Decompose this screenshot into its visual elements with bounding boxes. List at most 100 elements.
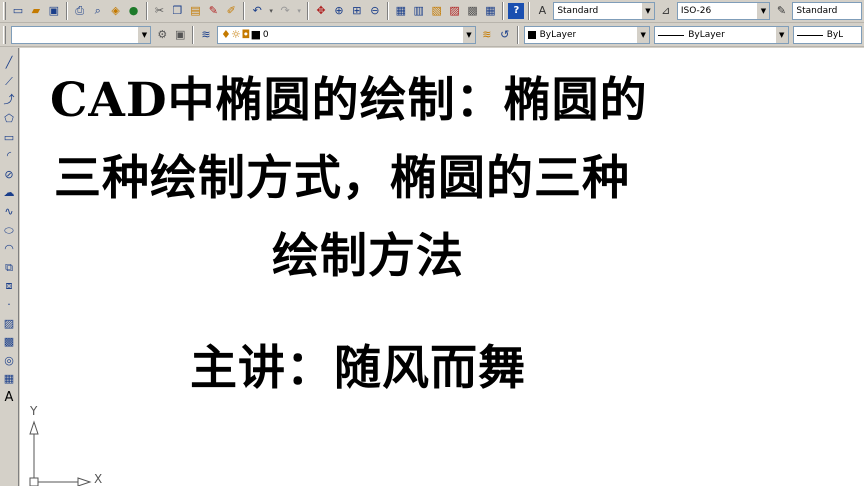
color-select[interactable]: ByLayer ▼ [523, 26, 651, 44]
toolbar-gripper[interactable] [3, 2, 6, 20]
markup-icon[interactable]: ▩ [465, 3, 481, 19]
layer-value: 0 [262, 30, 269, 40]
circle-icon[interactable]: ⊘ [1, 166, 18, 185]
region-icon[interactable]: ◎ [1, 352, 18, 371]
chevron-down-icon[interactable]: ▼ [138, 27, 151, 43]
pan-icon[interactable]: ✥ [313, 3, 329, 19]
copy-icon[interactable]: ❐ [170, 3, 186, 19]
layer-on-icon: ♦ [220, 28, 231, 41]
table-style-icon[interactable]: ✎ [773, 3, 789, 19]
help-icon[interactable]: ? [508, 3, 525, 19]
match-properties-icon[interactable]: ✎ [205, 3, 221, 19]
open-file-icon[interactable]: ▰ [28, 3, 44, 19]
polyline-icon[interactable]: ⤴ [1, 91, 18, 110]
ucs-y-label: Y [30, 404, 38, 418]
standard-toolbar: ▭ ▰ ▣ ⎙ ⌕ ◈ ● ✂ ❐ ▤ ✎ ✐ ↶ ▾ ↷ ▾ ✥ ⊕ ⊞ ⊖ … [0, 0, 864, 23]
spline-icon[interactable]: ∿ [1, 203, 18, 222]
workspace-select[interactable]: ▼ [10, 26, 152, 44]
paste-icon[interactable]: ▤ [187, 3, 203, 19]
table-style-select[interactable]: Standard [792, 2, 863, 20]
make-block-icon[interactable]: ⧈ [1, 277, 18, 296]
mtext-title-line-1[interactable]: CAD中椭圆的绘制：椭圆的 [50, 72, 648, 130]
draw-toolbar: ╱ ⟋ ⤴ ⬠ ▭ ◜ ⊘ ☁ ∿ ⬭ ◠ ⧉ ⧈ · ▨ ▩ ◎ ▦ A [0, 48, 19, 486]
polygon-icon[interactable]: ⬠ [1, 110, 18, 129]
table-icon[interactable]: ▦ [1, 370, 18, 389]
plot-icon[interactable]: ⎙ [72, 3, 88, 19]
layers-properties-toolbar: ▼ ⚙ ▣ ≋ ♦ ☼ ◘ ■ 0 ▼ ≋ ↺ ByLayer ▼ ByLaye… [0, 24, 864, 47]
undo-dropdown-icon[interactable]: ▾ [267, 3, 275, 19]
multiline-text-icon[interactable]: A [1, 389, 18, 408]
line-icon[interactable]: ╱ [1, 54, 18, 73]
publish-icon[interactable]: ◈ [108, 3, 124, 19]
redo-dropdown-icon[interactable]: ▾ [295, 3, 303, 19]
layer-manager-icon[interactable]: ≋ [198, 27, 214, 43]
toolbar-gripper[interactable] [3, 26, 6, 44]
cut-icon[interactable]: ✂ [152, 3, 168, 19]
text-style-icon[interactable]: A [534, 3, 550, 19]
linetype-select[interactable]: ByLayer ▼ [654, 26, 789, 44]
drawing-canvas[interactable]: CAD中椭圆的绘制：椭圆的 三种绘制方式，椭圆的三种 绘制方法 主讲：随风而舞 … [20, 48, 864, 486]
toolbar-separator [243, 2, 246, 20]
tool-palettes-icon[interactable]: ▧ [429, 3, 445, 19]
construction-line-icon[interactable]: ⟋ [1, 73, 18, 92]
plot-preview-icon[interactable]: ⌕ [90, 3, 106, 19]
my-workspace-icon[interactable]: ▣ [172, 27, 188, 43]
new-file-icon[interactable]: ▭ [10, 3, 26, 19]
color-swatch [527, 31, 536, 39]
save-icon[interactable]: ▣ [46, 3, 62, 19]
lineweight-select[interactable]: ByL [792, 26, 862, 44]
rectangle-icon[interactable]: ▭ [1, 128, 18, 147]
mtext-title-line-2[interactable]: 三种绘制方式，椭圆的三种 [54, 150, 630, 208]
layer-select[interactable]: ♦ ☼ ◘ ■ 0 ▼ [216, 26, 476, 44]
sheet-set-icon[interactable]: ▨ [447, 3, 463, 19]
chevron-down-icon[interactable]: ▼ [757, 3, 770, 19]
redo-icon[interactable]: ↷ [277, 3, 293, 19]
lineweight-value: ByL [826, 30, 844, 40]
ellipse-arc-icon[interactable]: ◠ [1, 240, 18, 259]
zoom-realtime-icon[interactable]: ⊕ [331, 3, 347, 19]
linetype-value: ByLayer [688, 30, 725, 40]
properties-icon[interactable]: ▦ [393, 3, 409, 19]
workspace-settings-icon[interactable]: ⚙ [154, 27, 170, 43]
toolbar-separator [307, 2, 310, 20]
zoom-window-icon[interactable]: ⊞ [349, 3, 365, 19]
dim-style-value: ISO-26 [680, 6, 712, 16]
make-object-layer-current-icon[interactable]: ≋ [479, 27, 495, 43]
chevron-down-icon[interactable]: ▼ [637, 27, 650, 43]
chevron-down-icon[interactable]: ▼ [775, 27, 788, 43]
revision-cloud-icon[interactable]: ☁ [1, 184, 18, 203]
ellipse-icon[interactable]: ⬭ [1, 221, 18, 240]
chevron-down-icon[interactable]: ▼ [462, 27, 475, 43]
chevron-down-icon[interactable]: ▼ [641, 3, 654, 19]
mtext-title-line-3[interactable]: 绘制方法 [272, 228, 464, 286]
layer-thaw-icon: ☼ [230, 28, 241, 41]
arc-icon[interactable]: ◜ [1, 147, 18, 166]
design-center-icon[interactable]: ▥ [411, 3, 427, 19]
toolbar-separator [386, 2, 389, 20]
calculator-icon[interactable]: ▦ [483, 3, 499, 19]
layer-color-icon: ■ [250, 28, 262, 41]
linetype-preview [658, 34, 685, 36]
text-style-select[interactable]: Standard ▼ [553, 2, 655, 20]
insert-block-icon[interactable]: ⧉ [1, 259, 18, 278]
point-icon[interactable]: · [1, 296, 18, 315]
layer-lock-icon: ◘ [241, 28, 251, 41]
dim-style-select[interactable]: ISO-26 ▼ [676, 2, 771, 20]
text-style-value: Standard [557, 6, 599, 16]
zoom-previous-icon[interactable]: ⊖ [367, 3, 383, 19]
hatch-icon[interactable]: ▨ [1, 314, 18, 333]
toolbar-separator [192, 26, 195, 44]
lineweight-preview [796, 34, 823, 36]
block-editor-icon[interactable]: ✐ [223, 3, 239, 19]
undo-icon[interactable]: ↶ [249, 3, 265, 19]
toolbar-separator [145, 2, 148, 20]
web-icon[interactable]: ● [126, 3, 142, 19]
gradient-icon[interactable]: ▩ [1, 333, 18, 352]
table-style-value: Standard [796, 6, 838, 16]
layer-previous-icon[interactable]: ↺ [497, 27, 513, 43]
dim-style-icon[interactable]: ⊿ [658, 3, 674, 19]
toolbar-separator [502, 2, 505, 20]
toolbar-separator [528, 2, 531, 20]
mtext-presenter[interactable]: 主讲：随风而舞 [190, 340, 526, 398]
toolbar-separator [65, 2, 68, 20]
